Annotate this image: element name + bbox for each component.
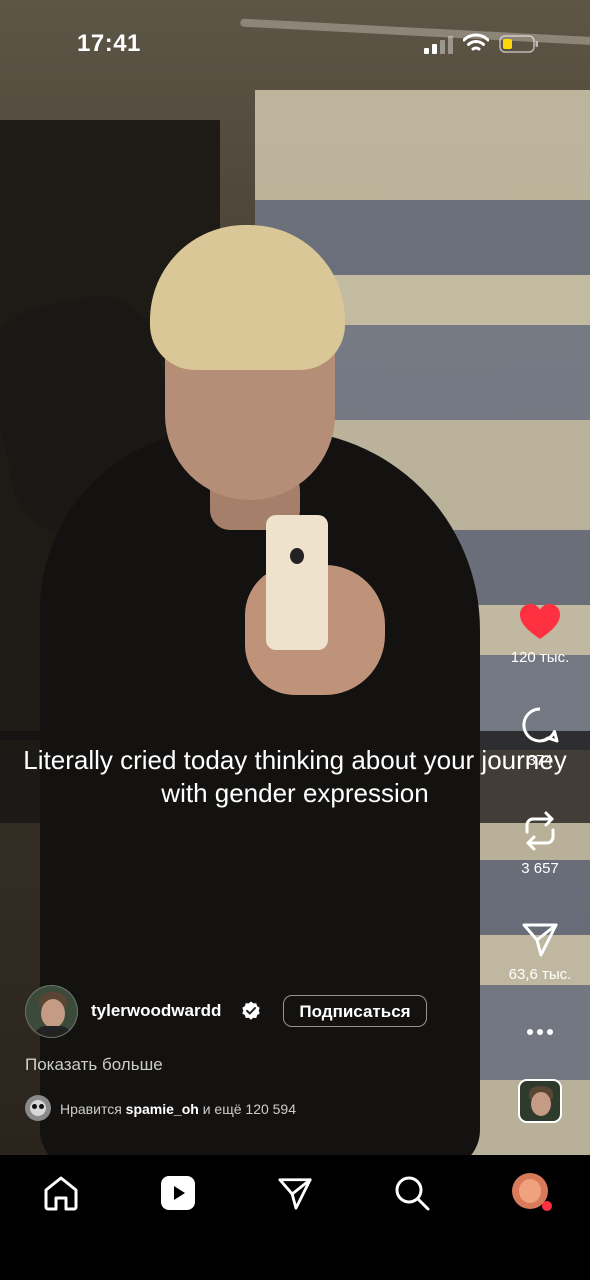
nav-direct[interactable] (275, 1173, 315, 1213)
video-phone-logo (290, 548, 304, 564)
audio-thumb-face (531, 1092, 551, 1116)
verified-badge-icon (242, 1001, 260, 1020)
share-button[interactable]: 63,6 тыс. (500, 920, 580, 983)
wifi-icon (463, 33, 489, 51)
likes-count: 120 тыс. (510, 649, 570, 666)
ellipsis-icon[interactable] (520, 1020, 560, 1044)
likes-summary[interactable]: Нравится spamie_oh и ещё 120 594 (60, 1101, 296, 1117)
liker-avatar-eye-right (39, 1104, 44, 1109)
comment-button[interactable]: 374 (500, 706, 580, 769)
avatar-face (41, 999, 65, 1028)
audio-thumbnail[interactable] (518, 1079, 562, 1123)
nav-search[interactable] (392, 1173, 432, 1213)
bottom-nav (0, 1155, 590, 1280)
profile-avatar-face (519, 1179, 541, 1203)
repost-button[interactable]: 3 657 (500, 810, 580, 877)
repost-arrows-icon (525, 811, 555, 851)
like-button[interactable]: 120 тыс. (500, 603, 580, 666)
show-more-link[interactable]: Показать больше (25, 1055, 163, 1075)
likes-middle: и (202, 1101, 211, 1117)
video-phone (266, 515, 328, 650)
shares-count: 63,6 тыс. (508, 966, 572, 983)
comment-bubble-icon (522, 707, 559, 743)
liker-avatar[interactable] (25, 1095, 51, 1121)
home-icon (44, 1176, 78, 1211)
author-username[interactable]: tylerwoodwardd (91, 1001, 221, 1021)
nav-home[interactable] (41, 1173, 81, 1213)
paper-plane-icon (522, 923, 558, 957)
avatar-shirt (34, 1026, 72, 1037)
likes-others-count: ещё 120 594 (214, 1101, 297, 1117)
video-caption: Literally cried today thinking about you… (23, 745, 567, 808)
comments-count: 374 (527, 752, 553, 769)
status-bar: 17:41 (0, 0, 590, 90)
notification-dot (542, 1201, 552, 1211)
status-time: 17:41 (77, 30, 141, 57)
reels-play-icon (161, 1176, 195, 1210)
follow-button[interactable]: Подписаться (283, 995, 427, 1027)
reposts-count: 3 657 (521, 860, 559, 877)
author-avatar[interactable] (25, 985, 78, 1038)
battery-icon (499, 35, 538, 53)
liker-avatar-eye-left (32, 1104, 37, 1109)
cellular-signal-icon (424, 36, 453, 54)
paper-plane-icon (278, 1178, 312, 1210)
heart-filled-icon (520, 604, 560, 639)
likes-prefix: Нравится (60, 1101, 122, 1117)
liker-username[interactable]: spamie_oh (126, 1101, 199, 1117)
nav-reels[interactable] (158, 1173, 198, 1213)
search-icon (395, 1176, 430, 1211)
